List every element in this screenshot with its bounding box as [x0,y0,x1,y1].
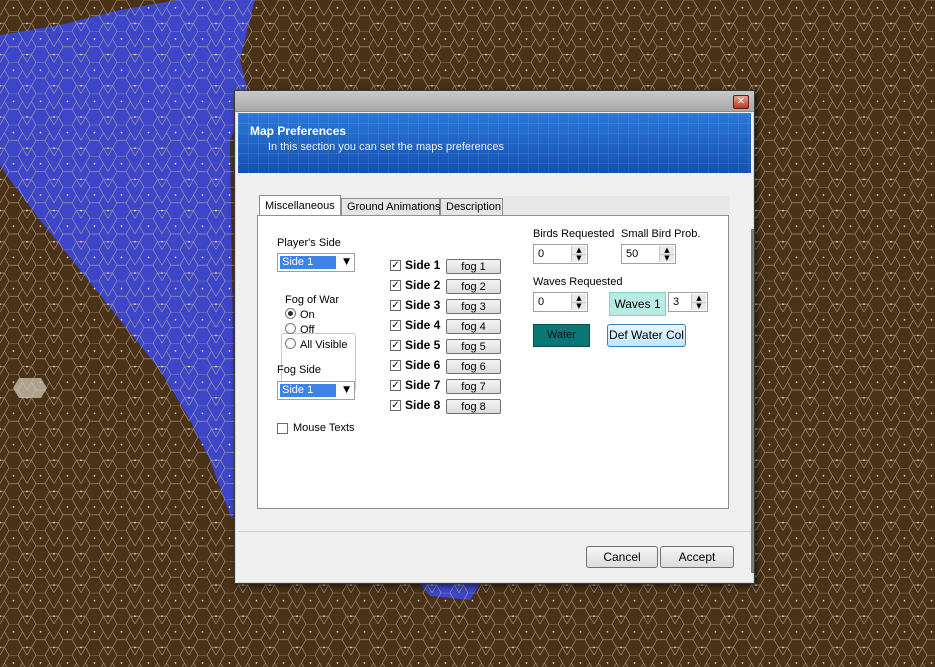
fog-1-button[interactable]: fog 1 [446,259,501,274]
fog-2-button[interactable]: fog 2 [446,279,501,294]
fog-side-value: Side 1 [280,384,336,397]
waves-number-value: 3 [673,296,680,308]
side-7-checkbox[interactable]: ✓ [390,380,401,391]
side-6-checkbox[interactable]: ✓ [390,360,401,371]
spinner-buttons: ▲ ▼ [659,246,674,262]
spin-down-icon[interactable]: ▼ [572,254,586,262]
footer-separator [238,531,751,532]
side-6-label: Side 6 [405,358,441,372]
fog-5-button[interactable]: fog 5 [446,339,501,354]
waves-button[interactable]: Waves 1 [609,292,666,316]
fog-side-select[interactable]: Side 1 ▼ [277,381,355,400]
side-3-label: Side 3 [405,298,441,312]
radio-label: On [300,309,315,321]
spinner-buttons: ▲ ▼ [691,294,706,310]
side-1-checkbox[interactable]: ✓ [390,260,401,271]
fog-side-label: Fog Side [277,364,322,376]
side-4-label: Side 4 [405,318,441,332]
fog-radio-all-visible[interactable]: All Visible [285,338,348,351]
spinner-buttons: ▲ ▼ [571,294,586,310]
radio-icon [285,323,296,334]
radio-label: Off [300,324,315,336]
birds-requested-value: 0 [538,248,545,260]
waves-requested-spinner[interactable]: 0 ▲ ▼ [533,292,588,312]
side-5-label: Side 5 [405,338,441,352]
chevron-down-icon: ▼ [343,257,350,267]
fog-7-button[interactable]: fog 7 [446,379,501,394]
side-8-checkbox[interactable]: ✓ [390,400,401,411]
birds-requested-label: Birds Requested [533,228,615,240]
cancel-button[interactable]: Cancel [586,546,658,568]
accept-button[interactable]: Accept [660,546,734,568]
radio-icon [285,308,296,319]
spin-down-icon[interactable]: ▼ [692,302,706,310]
players-side-value: Side 1 [280,256,336,269]
header-title: Map Preferences [250,124,347,138]
mouse-texts-label: Mouse Texts [293,422,355,434]
spin-down-icon[interactable]: ▼ [572,302,586,310]
fog-of-war-label: Fog of War [285,294,341,306]
water-color-swatch[interactable]: Water [533,324,590,347]
fog-radio-off[interactable]: Off [285,323,314,336]
fog-6-button[interactable]: fog 6 [446,359,501,374]
title-bar[interactable]: ✕ [235,91,754,112]
fog-3-button[interactable]: fog 3 [446,299,501,314]
spin-down-icon[interactable]: ▼ [660,254,674,262]
birds-requested-spinner[interactable]: 0 ▲ ▼ [533,244,588,264]
side-7-label: Side 7 [405,378,441,392]
fog-8-button[interactable]: fog 8 [446,399,501,414]
chevron-down-icon: ▼ [343,385,350,395]
side-2-checkbox[interactable]: ✓ [390,280,401,291]
side-3-checkbox[interactable]: ✓ [390,300,401,311]
radio-icon [285,338,296,349]
fog-radio-on[interactable]: On [285,308,315,321]
tab-strip [503,196,730,215]
header-subtitle: In this section you can set the maps pre… [268,141,505,153]
side-5-checkbox[interactable]: ✓ [390,340,401,351]
side-2-label: Side 2 [405,278,441,292]
players-side-select[interactable]: Side 1 ▼ [277,253,355,272]
side-4-checkbox[interactable]: ✓ [390,320,401,331]
side-8-label: Side 8 [405,398,441,412]
tab-ground-animations[interactable]: Ground Animations [341,198,441,215]
mouse-texts-checkbox[interactable] [277,423,288,434]
waves-requested-value: 0 [538,296,545,308]
fog-4-button[interactable]: fog 4 [446,319,501,334]
small-bird-prob-value: 50 [626,248,639,260]
small-bird-prob-spinner[interactable]: 50 ▲ ▼ [621,244,676,264]
scrollbar[interactable] [751,229,754,573]
map-preferences-dialog: ✕ Map Preferences In this section you ca… [234,90,755,584]
close-icon[interactable]: ✕ [733,95,749,109]
waves-requested-label: Waves Requested [533,276,623,288]
radio-label: All Visible [300,339,348,351]
side-1-label: Side 1 [405,258,441,272]
selected-hex [13,378,47,398]
miscellaneous-panel: Player's Side Side 1 ▼ Fog of War On Off… [257,215,729,509]
tab-description[interactable]: Description [440,198,503,215]
tab-miscellaneous[interactable]: Miscellaneous [259,195,341,216]
players-side-label: Player's Side [277,237,341,249]
small-bird-prob-label: Small Bird Prob. [621,228,701,240]
dialog-header: Map Preferences In this section you can … [238,113,751,173]
waves-number-spinner[interactable]: 3 ▲ ▼ [668,292,708,312]
spinner-buttons: ▲ ▼ [571,246,586,262]
def-water-col-button[interactable]: Def Water Col [607,324,686,347]
